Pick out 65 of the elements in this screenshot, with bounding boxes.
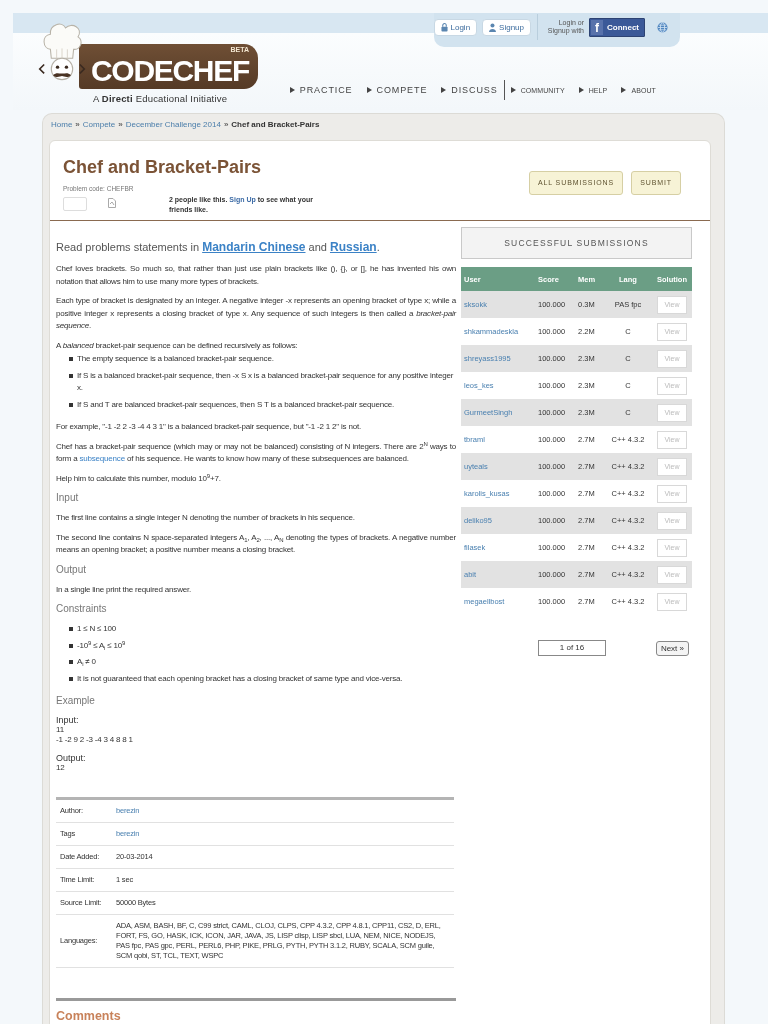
breadcrumb-separator: » <box>75 120 80 131</box>
statement-paragraph: Each type of bracket is designated by an integer. A negative integer -x represents an opening bracket of type x; while a positive integer x represents a closing bracket of type x. Any sequence of such integers is then called a bracket-pair sequence. <box>56 295 456 332</box>
person-icon <box>489 22 497 32</box>
nav-link[interactable]: PRACTICE <box>289 85 353 95</box>
example-label: Output: <box>56 753 87 763</box>
list-item-text: If S is a balanced bracket-pair sequence, then -x S x is a balanced bracket-pair sequence for any positive integer x. <box>77 369 455 394</box>
example-data: 11 -1 -2 9 2 -3 -4 3 4 8 8 1 <box>56 725 134 745</box>
login-button[interactable]: Login <box>433 18 478 36</box>
triangle-icon <box>578 87 584 93</box>
breadcrumb-separator: » <box>223 120 229 131</box>
bullet-icon <box>69 676 73 681</box>
section-heading: Output <box>56 563 88 576</box>
breadcrumb-link[interactable]: Home <box>51 120 73 134</box>
triangle-icon <box>289 87 295 93</box>
breadcrumb-separator: » <box>118 120 123 131</box>
breadcrumb-link[interactable]: December Challenge 2014 <box>125 120 221 134</box>
section-heading: Constraints <box>56 603 108 615</box>
logo-tagline: A Directi Educational Initiative <box>93 93 229 104</box>
section-heading: Input <box>56 492 80 504</box>
list-item-text: 1 ≤ N ≤ 100 <box>77 623 117 635</box>
globe-icon[interactable] <box>657 21 668 33</box>
page-indicator: 1 of 16 <box>538 640 606 656</box>
statement-paragraph: Chef loves brackets. So much so, that rather than just use plain brackets like (), {}, or [], he has invented his own notation that allows him to use many more types of brackets. <box>56 263 456 288</box>
nav-link[interactable]: COMPETE <box>366 85 428 95</box>
subsequence-link[interactable]: subsequence <box>79 454 125 463</box>
triangle-icon <box>441 87 447 93</box>
breadcrumb-current: Chef and Bracket-Pairs <box>231 120 320 131</box>
bullet-icon <box>69 643 73 648</box>
statement-paragraph: In a single line print the required answer. <box>56 583 193 596</box>
nav-link[interactable]: DISCUSS <box>441 85 498 95</box>
breadcrumb-link[interactable]: Compete <box>82 120 116 134</box>
list-item-text: The empty sequence is a balanced bracket-pair sequence. <box>77 353 274 365</box>
statement-paragraph: The first line contains a single integer N denoting the number of brackets in his sequence. <box>56 512 356 524</box>
list-item-text: A$_{i}$ ≠ 0 <box>77 656 96 669</box>
facebook-connect-button[interactable]: f Connect <box>589 17 645 37</box>
list-item-text: It is not guaranteed that each opening bracket has a closing bracket of same type and vice-versa. <box>77 672 403 685</box>
list-item-text: -10$^{9}$ ≤ A$_{i}$ ≤ 10$^{9}$ <box>77 639 126 652</box>
logo-wordmark: CODECHEF <box>91 54 249 87</box>
translation-note: Read problems statements in Mandarin Chinese and Russian. <box>56 240 381 254</box>
example-data: 12 <box>56 763 66 773</box>
problem-title: Chef and Bracket-Pairs <box>63 156 263 179</box>
lock-icon <box>440 22 448 32</box>
triangle-icon <box>366 87 372 93</box>
language-link[interactable]: Russian <box>329 240 377 254</box>
statement-paragraph: Help him to calculate this number, modulo 10$^{9}$+7. <box>56 472 222 485</box>
statement-paragraph: Chef has a bracket-pair sequence (which may or may not be balanced) consisting of N integers. There are 2$^{N}$ ways to form a subsequence of his sequence. He wants to know how many of these subsequences are balanced. <box>56 440 456 465</box>
signup-button[interactable]: Signup <box>482 18 531 36</box>
list-item-text: If S and T are balanced bracket-pair sequences, then S T is a balanced bracket-pair sequence. <box>77 398 395 411</box>
triangle-icon <box>621 87 627 93</box>
next-button[interactable]: Next » <box>655 640 689 656</box>
bullet-icon <box>69 357 73 361</box>
statement-paragraph: For example, "-1 -2 2 -3 -4 4 3 1" is a balanced bracket-pair sequence, but "-1 -2 1 2" is not. <box>56 421 362 433</box>
comments-heading: Comments <box>56 1010 122 1023</box>
statement-paragraph: The second line contains N space-separated integers A$_{1}$, A$_{2}$, ..., A$_{N}$ denoting the types of brackets. A negative number means an opening bracket; a positive number means a closing bracket. <box>56 531 456 556</box>
bullet-icon <box>69 373 73 378</box>
example-label: Input: <box>56 715 80 725</box>
section-heading: Example <box>56 695 96 707</box>
triangle-icon <box>510 87 516 93</box>
statement-paragraph: A balanced bracket-pair sequence can be defined recursively as follows: <box>56 339 299 352</box>
bullet-icon <box>69 402 73 407</box>
broken-image-icon <box>108 198 116 208</box>
language-link[interactable]: Mandarin Chinese <box>202 240 306 254</box>
bullet-icon <box>69 660 73 664</box>
submissions-header: SUCCESSFUL SUBMISSIONS <box>461 227 692 259</box>
bullet-icon <box>69 627 73 631</box>
